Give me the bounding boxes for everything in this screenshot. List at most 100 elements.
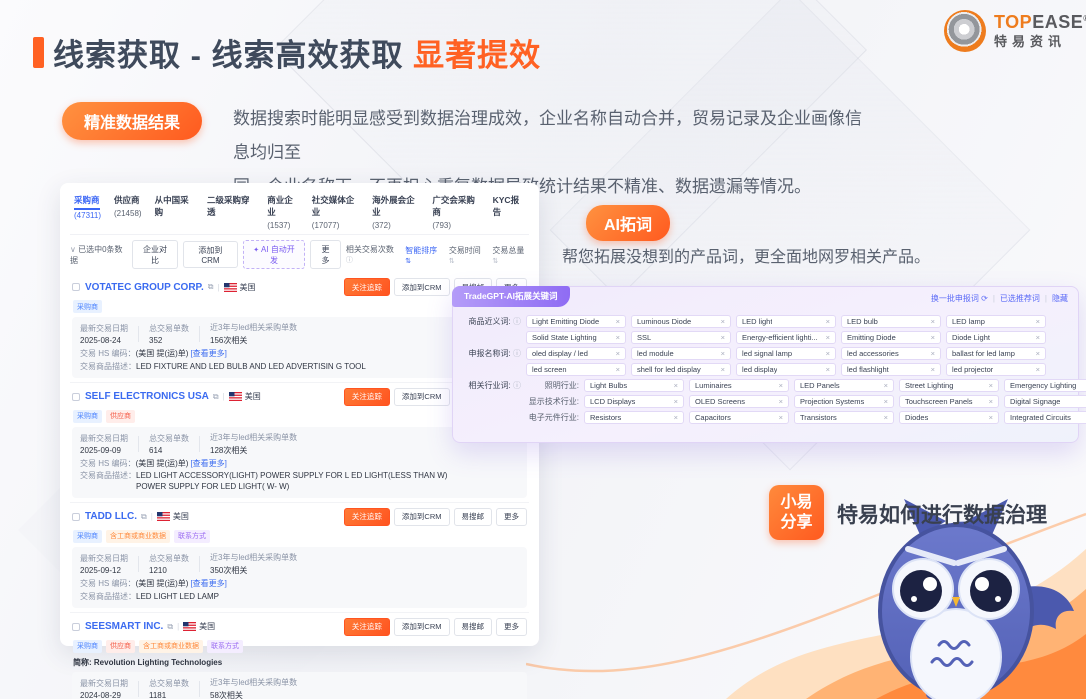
keyword-chip[interactable]: Resistors bbox=[584, 411, 684, 424]
keyword-chip[interactable]: Street Lighting bbox=[899, 379, 999, 392]
keyword-chip[interactable]: led projector bbox=[946, 363, 1046, 376]
keyword-chip[interactable]: Emergency Lighting bbox=[1004, 379, 1086, 392]
more-button[interactable]: 更多 bbox=[496, 618, 527, 636]
keyword-chip[interactable]: Luminaires bbox=[689, 379, 789, 392]
add-to-crm-button[interactable]: 添加到CRM bbox=[394, 618, 450, 636]
compare-button[interactable]: 企业对比 bbox=[132, 240, 178, 269]
company-name-link[interactable]: SEESMART INC. bbox=[85, 621, 163, 632]
sort-trade-volume[interactable]: 交易总量 bbox=[492, 245, 529, 265]
tab-social-media-companies[interactable]: 社交媒体企业(17077) bbox=[312, 194, 359, 230]
more-button[interactable]: 更多 bbox=[496, 508, 527, 526]
open-company-icon[interactable] bbox=[141, 512, 147, 522]
keyword-chip[interactable]: oled display / led bbox=[526, 347, 626, 360]
email-search-button[interactable]: 易搜邮 bbox=[454, 618, 493, 636]
follow-track-button[interactable]: 关注追踪 bbox=[344, 278, 390, 296]
keyword-chip[interactable]: Integrated Circuits bbox=[1004, 411, 1086, 424]
keyword-chip[interactable]: Solid State Lighting bbox=[526, 331, 626, 344]
declared-name-group-label: 申报名称词: bbox=[459, 348, 521, 359]
logo-brand-ease: EASE bbox=[1032, 12, 1083, 32]
country-label: 美国 bbox=[245, 391, 261, 402]
open-company-icon[interactable] bbox=[208, 282, 214, 292]
keyword-chip[interactable]: Touchscreen Panels bbox=[899, 395, 999, 408]
ai-expand-badge: AI拓词 bbox=[586, 205, 670, 241]
tab-commercial-companies[interactable]: 商业企业(1537) bbox=[267, 194, 299, 230]
company-name-link[interactable]: SELF ELECTRONICS USA bbox=[85, 391, 209, 402]
latest-trade-date: 2024-08-29 bbox=[80, 691, 128, 699]
follow-track-button[interactable]: 关注追踪 bbox=[344, 388, 390, 406]
tab-kyc-report[interactable]: KYC报告 bbox=[493, 194, 525, 230]
tab-suppliers[interactable]: 供应商(21458) bbox=[114, 194, 142, 230]
tab-buyers[interactable]: 采购商(47311) bbox=[74, 194, 101, 230]
keyword-chip[interactable]: Emitting Diode bbox=[841, 331, 941, 344]
add-to-crm-button[interactable]: 添加到CRM bbox=[394, 278, 450, 296]
keyword-chip[interactable]: led display bbox=[736, 363, 836, 376]
add-to-crm-button[interactable]: 添加到CRM bbox=[394, 388, 450, 406]
refresh-keywords-link[interactable]: 换一批申报词 bbox=[931, 293, 988, 304]
keyword-chip[interactable]: Projection Systems bbox=[794, 395, 894, 408]
follow-track-button[interactable]: 关注追踪 bbox=[344, 508, 390, 526]
keyword-chip[interactable]: LED light bbox=[736, 315, 836, 328]
selected-keywords-link[interactable]: 已选推荐词 bbox=[1000, 293, 1040, 304]
tab-buy-from-china[interactable]: 从中国采购 bbox=[155, 194, 194, 230]
keyword-chip[interactable]: Digital Signage bbox=[1004, 395, 1086, 408]
keyword-chip[interactable]: Transistors bbox=[794, 411, 894, 424]
hide-panel-link[interactable]: 隐藏 bbox=[1052, 293, 1068, 304]
keyword-chip[interactable]: Energy-efficient lighti... bbox=[736, 331, 836, 344]
keyword-chip[interactable]: OLED Screens bbox=[689, 395, 789, 408]
tab-canton-fair-buyers[interactable]: 广交会采购商(793) bbox=[432, 194, 479, 230]
keyword-chip[interactable]: Luminous Diode bbox=[631, 315, 731, 328]
email-search-button[interactable]: 易搜邮 bbox=[454, 508, 493, 526]
latest-trade-date: 2025-09-12 bbox=[80, 566, 128, 575]
keyword-chip[interactable]: SSL bbox=[631, 331, 731, 344]
country-label: 美国 bbox=[240, 282, 256, 293]
sort-trade-count[interactable]: 相关交易次数 bbox=[346, 244, 398, 265]
result-tabs: 采购商(47311) 供应商(21458) 从中国采购 二级采购穿透 商业企业(… bbox=[70, 192, 529, 235]
row-checkbox[interactable] bbox=[72, 283, 80, 291]
keyword-chip[interactable]: Diodes bbox=[899, 411, 999, 424]
company-name-link[interactable]: TADD LLC. bbox=[85, 511, 137, 522]
keyword-chip[interactable]: shell for led display bbox=[631, 363, 731, 376]
keyword-chip[interactable]: led flashlight bbox=[841, 363, 941, 376]
topease-logo-icon bbox=[944, 10, 986, 52]
keyword-chip[interactable]: Diode Light bbox=[946, 331, 1046, 344]
view-more-link[interactable]: [查看更多] bbox=[190, 349, 226, 358]
keyword-chip[interactable]: led module bbox=[631, 347, 731, 360]
add-to-crm-button[interactable]: 添加到CRM bbox=[183, 241, 238, 268]
keyword-chip[interactable]: ballast for led lamp bbox=[946, 347, 1046, 360]
view-more-link[interactable]: [查看更多] bbox=[190, 459, 226, 468]
row-checkbox[interactable] bbox=[72, 513, 80, 521]
title-highlight: 显著提效 bbox=[413, 38, 541, 73]
sort-smart[interactable]: 智能排序 bbox=[405, 245, 442, 265]
keyword-chip[interactable]: LCD Displays bbox=[584, 395, 684, 408]
keyword-chip[interactable]: LED bulb bbox=[841, 315, 941, 328]
ai-auto-develop-button[interactable]: AI 自动开发 bbox=[243, 240, 305, 269]
slide: 线索获取 - 线索高效获取 显著提效 TOPEASE® 特易资讯 精准数据结果 … bbox=[0, 0, 1086, 699]
sort-trade-time[interactable]: 交易时间 bbox=[449, 245, 486, 265]
keyword-chip[interactable]: Light Emitting Diode bbox=[526, 315, 626, 328]
keyword-chip[interactable]: LED lamp bbox=[946, 315, 1046, 328]
total-trades: 1181 bbox=[149, 691, 189, 699]
keyword-chip[interactable]: led screen bbox=[526, 363, 626, 376]
keyword-chip[interactable]: Light Bulbs bbox=[584, 379, 684, 392]
keyword-chip[interactable]: LED Panels bbox=[794, 379, 894, 392]
open-company-icon[interactable] bbox=[167, 622, 173, 632]
add-to-crm-button[interactable]: 添加到CRM bbox=[394, 508, 450, 526]
row-checkbox[interactable] bbox=[72, 393, 80, 401]
tradegpt-keyword-panel: TradeGPT-AI拓展关键词 换一批申报词 | 已选推荐词 | 隐藏 商品近… bbox=[452, 286, 1079, 443]
row-checkbox[interactable] bbox=[72, 623, 80, 631]
view-more-link[interactable]: [查看更多] bbox=[190, 579, 226, 588]
keyword-chip[interactable]: led signal lamp bbox=[736, 347, 836, 360]
follow-track-button[interactable]: 关注追踪 bbox=[344, 618, 390, 636]
related-trades: 156次相关 bbox=[210, 335, 297, 346]
company-name-link[interactable]: VOTATEC GROUP CORP. bbox=[85, 282, 204, 293]
keyword-chip[interactable]: led accessories bbox=[841, 347, 941, 360]
tab-overseas-exhibitors[interactable]: 海外展会企业(372) bbox=[372, 194, 419, 230]
title-accent-bar bbox=[33, 37, 44, 68]
keyword-chip[interactable]: Capacitors bbox=[689, 411, 789, 424]
selected-count[interactable]: 已选中0条数据 bbox=[70, 244, 126, 266]
tab-secondary-procurement[interactable]: 二级采购穿透 bbox=[207, 194, 254, 230]
tag-supplier: 供应商 bbox=[106, 410, 135, 423]
electronic-components-industry-label: 电子元件行业: bbox=[523, 412, 579, 423]
open-company-icon[interactable] bbox=[213, 392, 219, 402]
more-button[interactable]: 更多 bbox=[310, 240, 341, 269]
